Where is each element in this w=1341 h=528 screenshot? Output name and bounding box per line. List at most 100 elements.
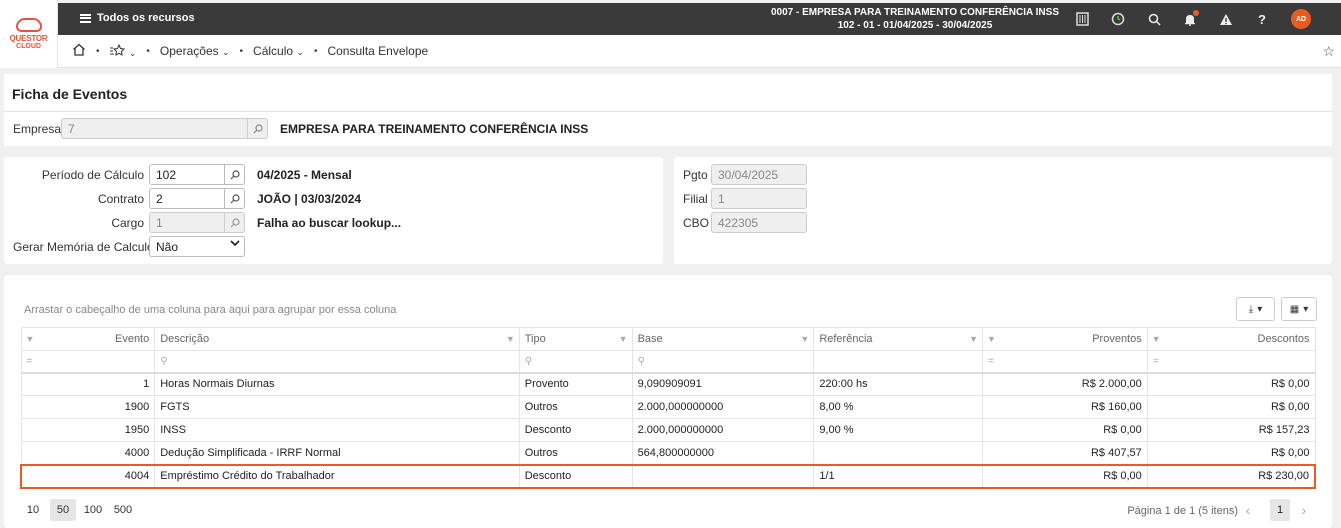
cell-descontos: R$ 230,00: [1147, 463, 1316, 489]
pgto-label: Pgto: [683, 168, 708, 182]
periodo-description: 04/2025 - Mensal: [257, 168, 352, 182]
page-size-option[interactable]: 100: [80, 499, 106, 521]
filter-cell-descricao[interactable]: ⚲: [154, 350, 520, 374]
column-header-proventos[interactable]: ▼ Proventos: [982, 327, 1148, 351]
events-grid-panel: Arrastar o cabeçalho de uma coluna para …: [4, 275, 1332, 528]
group-panel-hint[interactable]: Arrastar o cabeçalho de uma coluna para …: [24, 304, 396, 316]
questor-logo[interactable]: QUESTOR CLOUD: [0, 0, 58, 68]
cell-tipo: Provento: [519, 372, 633, 396]
periodo-search-button[interactable]: [224, 164, 245, 185]
home-icon[interactable]: [72, 43, 86, 59]
breadcrumb-current[interactable]: Consulta Envelope: [327, 44, 428, 58]
table-row[interactable]: 1 Horas Normais Diurnas Provento 9,09090909…: [20, 372, 1316, 396]
page-number-button[interactable]: 1: [1270, 499, 1290, 521]
prev-page-button[interactable]: ‹: [1238, 499, 1258, 521]
filter-cell-evento[interactable]: =: [20, 350, 156, 374]
page-size-option[interactable]: 10: [20, 499, 46, 521]
download-icon: ⤓: [1248, 303, 1254, 315]
column-header-descricao[interactable]: Descrição ▼: [154, 327, 520, 351]
filter-icon[interactable]: ▼: [506, 334, 515, 344]
bell-icon[interactable]: [1183, 10, 1199, 26]
filter-cell-descontos[interactable]: =: [1147, 350, 1316, 374]
column-header-descontos[interactable]: ▼ Descontos: [1147, 327, 1316, 351]
cbo-label: CBO: [683, 216, 710, 230]
breadcrumb-separator: •: [146, 45, 150, 57]
favorites-menu[interactable]: ⌄: [109, 43, 137, 59]
cell-referencia: [813, 441, 984, 465]
building-icon[interactable]: [1075, 12, 1089, 26]
table-row[interactable]: 1950 INSS Desconto 2.000,000000000 9,00 % R$ …: [20, 418, 1316, 442]
avatar[interactable]: AD: [1291, 9, 1311, 29]
column-header-base[interactable]: Base ▼: [632, 327, 815, 351]
column-label: Evento: [114, 333, 150, 345]
all-resources-menu[interactable]: Todos os recursos: [80, 12, 195, 24]
cell-base: 564,800000000: [632, 441, 815, 465]
page-size-selector: 10 50 100 500: [20, 499, 136, 521]
search-icon: [253, 123, 263, 133]
table-row[interactable]: 4004 Empréstimo Crédito do Trabalhador Des…: [20, 463, 1316, 489]
chevron-down-icon: ⌄: [128, 47, 137, 58]
cell-descontos: R$ 157,23: [1147, 418, 1316, 442]
filter-icon[interactable]: ▼: [987, 334, 996, 344]
filter-icon[interactable]: ▼: [969, 334, 978, 344]
memoria-label: Gerar Memória de Calculo ?: [13, 240, 164, 254]
breadcrumb-separator: •: [313, 45, 318, 57]
filter-cell-tipo[interactable]: ⚲: [519, 350, 633, 374]
cargo-description: Falha ao buscar lookup...: [257, 216, 402, 230]
cell-descricao: FGTS: [154, 395, 520, 419]
cell-descricao: Horas Normais Diurnas: [154, 372, 520, 396]
column-header-tipo[interactable]: Tipo ▼: [519, 327, 633, 351]
search-icon: [230, 217, 240, 227]
contrato-search-button[interactable]: [224, 188, 245, 209]
cell-proventos: R$ 0,00: [982, 418, 1148, 442]
company-line-2: 102 - 01 - 01/04/2025 - 30/04/2025: [837, 20, 993, 31]
column-label: Proventos: [1092, 333, 1142, 345]
cell-descricao: Dedução Simplificada - IRRF Normal: [154, 441, 520, 465]
table-row[interactable]: 1900 FGTS Outros 2.000,000000000 8,00 % R$ 16…: [20, 395, 1316, 419]
logo-text-1: QUESTOR: [9, 34, 48, 43]
cargo-input: 1: [149, 212, 225, 233]
next-page-button[interactable]: ›: [1294, 499, 1314, 521]
filter-icon[interactable]: ▼: [800, 334, 809, 344]
filter-cell-referencia[interactable]: [813, 350, 984, 374]
page-size-option[interactable]: 50: [50, 499, 76, 521]
search-icon[interactable]: [1147, 12, 1161, 26]
table-row[interactable]: 4000 Dedução Simplificada - IRRF Normal Ou…: [20, 441, 1316, 465]
column-header-evento[interactable]: ▼ Evento: [20, 327, 156, 351]
column-label: Descontos: [1257, 333, 1310, 345]
column-chooser-button[interactable]: ▦ ▾: [1281, 297, 1317, 321]
notification-dot: [1193, 10, 1199, 16]
top-icons: ? AD: [1075, 9, 1311, 29]
filter-icon[interactable]: ▼: [1152, 334, 1161, 344]
star-icon[interactable]: ☆: [1322, 43, 1335, 60]
page-title: Ficha de Eventos: [12, 86, 128, 102]
page-size-option[interactable]: 500: [110, 499, 136, 521]
cell-evento: 4004: [20, 463, 156, 489]
breadcrumb-operacoes[interactable]: Operações ⌄: [160, 44, 230, 58]
filter-cell-base[interactable]: ⚲: [632, 350, 815, 374]
breadcrumb-separator: •: [96, 45, 100, 57]
breadcrumb-calculo[interactable]: Cálculo ⌄: [253, 44, 304, 58]
column-label: Base: [637, 333, 663, 345]
cell-tipo: Desconto: [519, 463, 633, 489]
cell-tipo: Outros: [519, 395, 633, 419]
filter-cell-proventos[interactable]: =: [982, 350, 1148, 374]
column-header-referencia[interactable]: Referência ▼: [813, 327, 984, 351]
filter-row: = ⚲ ⚲ ⚲ = =: [20, 350, 1316, 374]
help-icon[interactable]: ?: [1255, 12, 1269, 27]
filter-icon[interactable]: ▼: [26, 334, 35, 344]
export-button[interactable]: ⤓ ▾: [1236, 297, 1275, 321]
history-icon[interactable]: [1111, 12, 1125, 26]
contrato-input[interactable]: 2: [149, 188, 225, 209]
empresa-name: EMPRESA PARA TREINAMENTO CONFERÊNCIA INS…: [280, 122, 589, 136]
cell-proventos: R$ 2.000,00: [982, 372, 1148, 396]
periodo-input[interactable]: 102: [149, 164, 225, 185]
table-body: 1 Horas Normais Diurnas Provento 9,09090909…: [20, 372, 1316, 489]
filter-icon[interactable]: ▼: [619, 334, 628, 344]
filial-label: Filial: [683, 192, 708, 206]
warning-icon[interactable]: [1219, 12, 1233, 26]
cell-evento: 1900: [20, 395, 156, 419]
chevron-down-icon: ▾: [1257, 303, 1263, 315]
periodo-label: Período de Cálculo: [41, 168, 144, 182]
empresa-search-button: [247, 118, 268, 139]
